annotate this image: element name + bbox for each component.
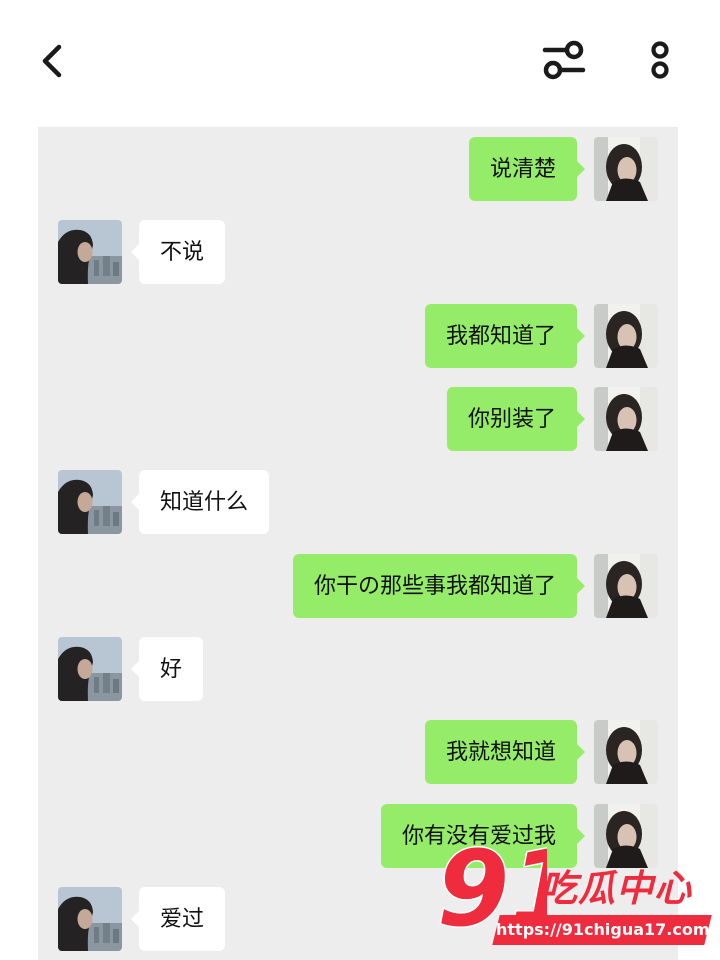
boy-avatar-image [58,470,122,534]
sender-avatar[interactable] [594,720,658,784]
message-row-sent: 说清楚 [38,137,678,201]
contact-avatar[interactable] [58,220,122,284]
boy-avatar-image [58,637,122,701]
message-row-sent: 我就想知道 [38,720,678,784]
girl-avatar-image [594,720,658,784]
girl-avatar-image [594,554,658,618]
message-bubble-sent[interactable]: 你干の那些事我都知道了 [292,554,586,618]
message-row-received: 好 [38,637,678,701]
sender-avatar[interactable] [594,137,658,201]
sender-avatar[interactable] [594,554,658,618]
filter-button[interactable] [532,34,596,88]
contact-avatar[interactable] [58,470,122,534]
message-bubble-received[interactable]: 知道什么 [130,470,270,534]
sender-avatar[interactable] [594,387,658,451]
girl-avatar-image [594,304,658,368]
message-bubble-received[interactable]: 不说 [130,220,226,284]
contact-avatar[interactable] [58,637,122,701]
chevron-left-icon [42,44,62,78]
site-watermark: 91 吃瓜中心 https://91chigua17.com [437,833,720,960]
message-bubble-sent[interactable]: 我就想知道 [424,720,586,784]
more-options-button[interactable] [636,34,684,88]
message-bubble-received[interactable]: 爱过 [130,887,226,951]
sender-avatar[interactable] [594,304,658,368]
message-row-received: 知道什么 [38,470,678,534]
contact-avatar[interactable] [58,887,122,951]
message-row-sent: 你别装了 [38,387,678,451]
girl-avatar-image [594,137,658,201]
boy-avatar-image [58,887,122,951]
boy-avatar-image [58,220,122,284]
sliders-icon [542,40,586,80]
watermark-url: https://91chigua17.com [496,920,710,939]
message-bubble-sent[interactable]: 说清楚 [468,137,586,201]
chat-header [0,0,720,125]
vertical-dots-icon [651,41,669,79]
message-bubble-received[interactable]: 好 [130,637,204,701]
message-bubble-sent[interactable]: 你别装了 [446,387,586,451]
girl-avatar-image [594,387,658,451]
watermark-brand: 吃瓜中心 [540,867,692,910]
message-row-sent: 我都知道了 [38,304,678,368]
watermark-url-banner: https://91chigua17.com [492,915,712,945]
message-row-sent: 你干の那些事我都知道了 [38,554,678,618]
message-row-received: 不说 [38,220,678,284]
message-bubble-sent[interactable]: 我都知道了 [424,304,586,368]
back-button[interactable] [26,34,80,88]
